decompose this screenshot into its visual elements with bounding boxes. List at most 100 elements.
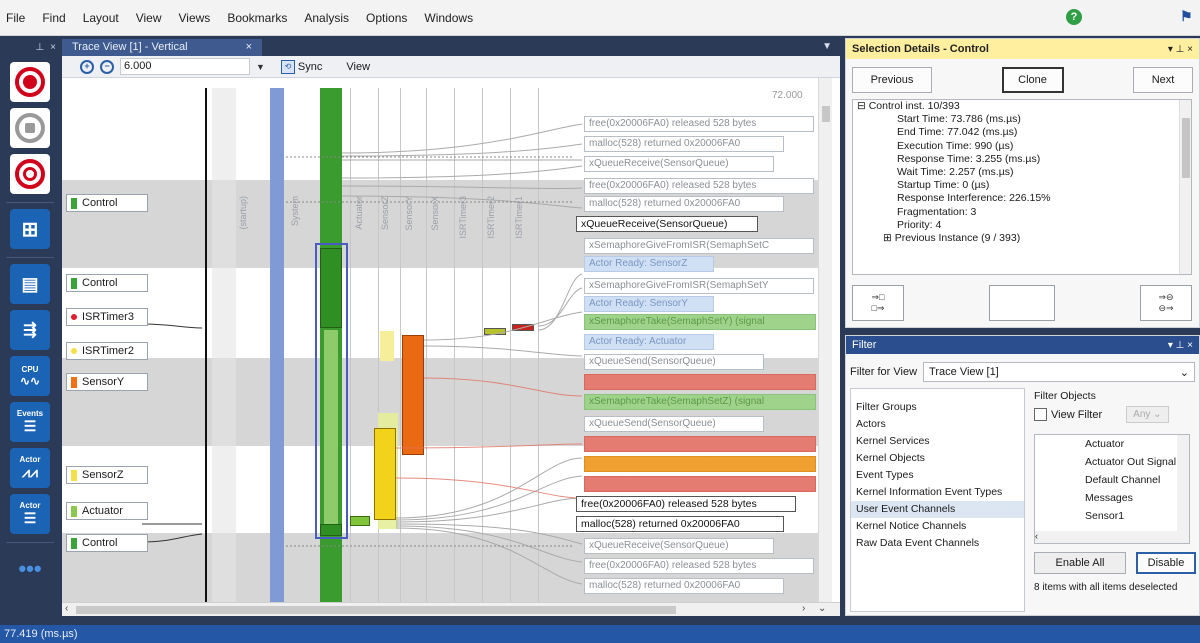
event-label[interactable]: xSemaphoreTake(SemaphSetY) (signal — [584, 314, 816, 330]
menu-analysis[interactable]: Analysis — [304, 11, 349, 25]
panel-controls[interactable]: ▾ ⊥ × — [1168, 44, 1193, 55]
panel-controls[interactable]: ▾ ⊥ × — [1168, 340, 1193, 351]
filter-group-item[interactable]: User Event Channels — [851, 501, 1024, 518]
event-label[interactable]: xQueueSend(SensorQueue) — [584, 476, 816, 492]
details-scrollbar[interactable] — [1179, 100, 1191, 274]
menu-options[interactable]: Options — [366, 11, 407, 25]
trace-view-button[interactable]: ▤ — [10, 264, 50, 304]
event-label[interactable]: xQueueSend(SensorQueue) — [584, 374, 816, 390]
close-icon[interactable]: × — [50, 42, 56, 53]
filter-group-item[interactable]: Event Types — [851, 467, 1024, 484]
event-label[interactable]: free(0x20006FA0) released 528 bytes — [576, 496, 796, 512]
record-button[interactable] — [10, 62, 50, 102]
pin-icon[interactable]: ⊥ — [35, 42, 44, 53]
next-button[interactable]: Next — [1133, 67, 1193, 93]
event-label[interactable]: xQueueReceive(SensorQueue) — [584, 538, 774, 554]
menu-windows[interactable]: Windows — [424, 11, 473, 25]
scroll-thumb[interactable] — [76, 606, 676, 614]
go-to-end-button[interactable]: ⇒⊖ ⊖⇒ — [1140, 285, 1192, 321]
actor-label[interactable]: Control — [66, 194, 148, 212]
tab-trace-view[interactable]: Trace View [1] - Vertical × — [62, 39, 262, 56]
zoom-in-icon[interactable]: + — [80, 59, 94, 74]
event-label[interactable]: malloc(528) returned 0x20006FA0 — [584, 136, 784, 152]
actor-label[interactable]: SensorY — [66, 373, 148, 391]
events-button[interactable]: Events ☰ — [10, 402, 50, 442]
horizontal-scrollbar[interactable]: ‹ › ⌄ — [62, 602, 840, 616]
filter-object-item[interactable]: Actuator Out Signal — [1035, 453, 1189, 471]
zoom-out-icon[interactable]: − — [100, 59, 114, 74]
event-label[interactable]: xSemaphoreTake(SemaphSetZ) (signal — [584, 394, 816, 410]
event-label[interactable]: xQueueReceive(SensorQueue) — [584, 156, 774, 172]
menu-find[interactable]: Find — [42, 11, 65, 25]
actor-label[interactable]: Control — [66, 534, 148, 552]
filter-group-item[interactable]: Actors — [851, 416, 1024, 433]
collapse-icon[interactable]: ⊟ — [857, 100, 869, 112]
objects-hscrollbar[interactable]: ‹ — [1035, 531, 1189, 543]
event-label[interactable]: xQueueReceive(SensorQueue) — [576, 216, 758, 232]
filter-group-item[interactable]: Raw Data Event Channels — [851, 535, 1024, 552]
actor-label[interactable]: Control — [66, 274, 148, 292]
event-label[interactable]: free(0x20006FA0) released 528 bytes — [584, 178, 814, 194]
event-label[interactable]: xQueueSend(SensorQueue) — [584, 436, 816, 452]
filter-groups-list[interactable]: Filter Groups Actors Kernel Services Ker… — [850, 388, 1025, 612]
filter-group-item[interactable]: Kernel Notice Channels — [851, 518, 1024, 535]
event-label[interactable]: free(0x20006FA0) released 528 bytes — [584, 116, 814, 132]
actor-label[interactable]: SensorZ — [66, 466, 148, 484]
event-label[interactable]: malloc(528) returned 0x20006FA0 — [584, 578, 784, 594]
actor-label[interactable]: Actuator — [66, 502, 148, 520]
help-icon[interactable]: ? — [1066, 9, 1082, 25]
vertical-scrollbar[interactable] — [818, 78, 832, 602]
filter-group-item[interactable]: Kernel Services — [851, 433, 1024, 450]
clone-button[interactable]: Clone — [1001, 67, 1064, 93]
scroll-right-icon[interactable]: › — [802, 603, 805, 614]
disable-button[interactable]: Disable — [1136, 552, 1196, 574]
tab-menu-icon[interactable]: ▼ — [822, 41, 832, 52]
more-button[interactable]: ••• — [10, 549, 50, 589]
scroll-left-icon[interactable]: ‹ — [65, 603, 68, 614]
go-to-start-button[interactable]: ⇒□ □⇒ — [852, 285, 904, 321]
objects-scrollbar[interactable] — [1177, 435, 1189, 543]
previous-button[interactable]: Previous — [852, 67, 932, 93]
details-tree[interactable]: ⊟ Control inst. 10/393 Start Time: 73.78… — [852, 99, 1192, 275]
event-label[interactable]: xQueueSend(SensorQueue) — [584, 456, 816, 472]
filter-object-item[interactable]: Sensor1 — [1035, 507, 1189, 525]
event-label[interactable]: Actor Ready: SensorZ — [584, 256, 714, 272]
view-menu[interactable]: View — [346, 61, 370, 73]
actor-table-button[interactable]: Actor ☰ — [10, 494, 50, 534]
actor-label[interactable]: ISRTimer2 — [66, 342, 148, 360]
scroll-down-icon[interactable]: ⌄ — [818, 603, 826, 614]
enable-all-button[interactable]: Enable All — [1034, 552, 1126, 574]
menu-layout[interactable]: Layout — [83, 11, 119, 25]
feedback-icon[interactable]: ⚑ — [1180, 8, 1198, 26]
menu-view[interactable]: View — [136, 11, 162, 25]
layout-grid-button[interactable]: ⊞ — [10, 209, 50, 249]
menu-file[interactable]: File — [6, 11, 25, 25]
event-label[interactable]: Actor Ready: Actuator — [584, 334, 714, 350]
filter-for-view-select[interactable]: Trace View [1] ⌄ — [923, 362, 1195, 382]
actor-label[interactable]: ISRTimer3 — [66, 308, 148, 326]
snapshot-button[interactable] — [10, 154, 50, 194]
event-label[interactable]: xSemaphoreGiveFromISR(SemaphSetY — [584, 278, 814, 294]
event-label[interactable]: xQueueSend(SensorQueue) — [584, 354, 764, 370]
filter-group-item[interactable]: Kernel Information Event Types — [851, 484, 1024, 501]
expand-icon[interactable]: ⊞ — [883, 232, 895, 244]
view-filter-checkbox[interactable] — [1034, 408, 1047, 421]
empty-tool-button[interactable] — [989, 285, 1055, 321]
filter-group-item[interactable]: Kernel Objects — [851, 450, 1024, 467]
event-label[interactable]: xQueueSend(SensorQueue) — [584, 416, 764, 432]
zoom-input[interactable]: 6.000 — [120, 58, 250, 75]
cpu-load-button[interactable]: CPU ∿∿ — [10, 356, 50, 396]
filter-object-item[interactable]: Messages — [1035, 489, 1189, 507]
filter-objects-list[interactable]: Actuator Actuator Out Signal Default Cha… — [1034, 434, 1190, 544]
actor-instances-button[interactable]: Actor ⩘⩘ — [10, 448, 50, 488]
event-label[interactable]: Actor Ready: SensorY — [584, 296, 714, 312]
event-label[interactable]: xSemaphoreGiveFromISR(SemaphSetC — [584, 238, 814, 254]
trace-canvas[interactable]: (startup) System Actuator SensorZ Sensor… — [62, 78, 840, 602]
filter-object-item[interactable]: Default Channel — [1035, 471, 1189, 489]
filter-object-item[interactable]: Actuator — [1035, 435, 1189, 453]
tab-close-icon[interactable]: × — [246, 41, 252, 54]
sync-button[interactable]: ⟲ Sync — [280, 59, 322, 74]
stop-button[interactable] — [10, 108, 50, 148]
tree-item[interactable]: Previous Instance (9 / 393) — [895, 232, 1020, 244]
event-label[interactable]: malloc(528) returned 0x20006FA0 — [584, 196, 784, 212]
